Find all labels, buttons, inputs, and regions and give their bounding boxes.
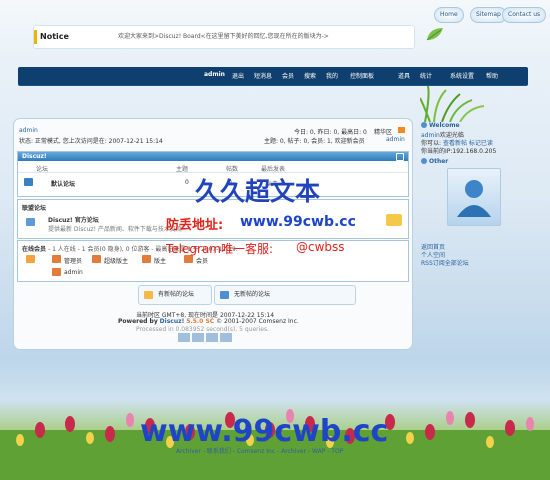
newest-member-link[interactable]: admin	[386, 136, 405, 143]
menu-item-pm[interactable]: 短消息	[254, 71, 272, 80]
globe-icon	[26, 218, 35, 226]
mod-icon	[142, 255, 151, 263]
watermark-handle: @cwbss	[296, 240, 345, 254]
menu-item-search[interactable]: 搜索	[304, 71, 316, 80]
badge-wap	[220, 333, 232, 342]
main-card: admin 状态: 正常模式, 您上次访问是在: 2007-12-21 15:1…	[13, 118, 413, 350]
other-link-rss[interactable]: RSS订阅全部论坛	[421, 258, 469, 267]
digest-link[interactable]: 精华区	[374, 127, 392, 136]
forum-folder-icon	[24, 178, 33, 186]
notice-bar: Notice 欢迎大家来到>Discuz! Board<在这里留下美好的回忆,您…	[33, 25, 415, 49]
welcome-header: Welcome	[421, 122, 529, 130]
menu-item-logout[interactable]: 退出	[232, 71, 244, 80]
super-mod-icon	[92, 255, 101, 263]
forum-stats: 主题: 0, 帖子: 0, 会员: 1, 欢迎新会员	[264, 138, 365, 145]
watermark-bottom: www.99cwb.cc	[140, 414, 389, 449]
watermark-url: www.99cwb.cc	[240, 214, 356, 230]
online-user-link[interactable]: admin	[64, 269, 83, 276]
notice-text: 欢迎大家来到>Discuz! Board<在这里留下美好的回忆,您现在所在的版块…	[118, 33, 329, 40]
alliance-desc: 提供最新 Discuz! 产品新闻、软件下载与技术交流	[48, 226, 182, 233]
menu-item-cp[interactable]: 控制面板	[350, 71, 374, 80]
bullet-icon	[421, 158, 427, 164]
menu-item-admin[interactable]: admin	[204, 71, 225, 78]
badge-rss	[206, 333, 218, 342]
no-new-posts-icon	[220, 291, 229, 299]
today-stats: 今日: 0, 昨日: 0, 最高日: 0	[294, 129, 367, 136]
grass-decoration	[420, 86, 490, 122]
notice-label: Notice	[34, 30, 78, 44]
category-header[interactable]: Discuz!	[18, 152, 408, 161]
alliance-title: 联盟论坛	[22, 205, 47, 212]
other-header: Other	[421, 158, 529, 166]
menu-item-settings[interactable]: 系统设置	[450, 71, 474, 80]
no-new-posts-legend: 无新帖的论坛	[214, 285, 356, 305]
admin-icon	[52, 255, 61, 263]
processed-info: Processed in 0.083952 second(s), 5 queri…	[136, 326, 269, 333]
avatar	[447, 168, 501, 226]
watermark-title: 久久超文本	[195, 177, 321, 206]
forum-name-link[interactable]: 默认论坛	[51, 179, 75, 188]
rss-icon[interactable]	[398, 127, 405, 133]
new-posts-icon	[144, 291, 153, 299]
mail-icon	[386, 214, 402, 226]
menu-item-stats[interactable]: 统计	[420, 71, 432, 80]
contact-link[interactable]: Contact us	[502, 7, 547, 23]
forum-threads: 0	[185, 179, 189, 186]
watermark-telegram: Telegram唯一客服:	[166, 242, 274, 256]
menu-item-help[interactable]: 帮助	[486, 71, 498, 80]
legend-member: 会员	[196, 258, 209, 265]
online-title[interactable]: 在线会员	[22, 244, 46, 253]
menu-item-tools[interactable]: 道具	[398, 71, 410, 80]
badge-css	[192, 333, 204, 342]
online-user-icon	[52, 268, 61, 276]
home-link[interactable]: Home	[434, 7, 464, 23]
legend-super-mod: 超级版主	[104, 258, 129, 265]
sidebar: Welcome admin欢迎光临 你可以: 查看新帖 标记已读 你当前的IP:…	[421, 118, 529, 268]
users-icon	[26, 255, 35, 263]
version: 5.5.0 SC	[186, 318, 215, 325]
powered-label: Powered by	[118, 318, 158, 325]
watermark-url-label: 防丢地址:	[166, 218, 224, 233]
badge-xhtml	[178, 333, 190, 342]
legend-mod: 版主	[154, 258, 167, 265]
leaf-decoration	[425, 26, 445, 42]
alliance-site-link[interactable]: Discuz! 官方论坛	[48, 215, 99, 224]
main-menu: admin 退出 短消息 会员 搜索 我的 控制面板 道具 统计 系统设置 帮助	[18, 67, 528, 85]
menu-item-members[interactable]: 会员	[282, 71, 294, 80]
footer-powered: Powered by Discuz! 5.5.0 SC © 2001-2007 …	[118, 318, 299, 325]
user-state: 状态: 正常模式, 您上次访问是在: 2007-12-21 15:14	[19, 138, 163, 145]
copyright: © 2001-2007 Comsenz Inc.	[216, 318, 299, 325]
menu-item-my[interactable]: 我的	[326, 71, 338, 80]
username-link[interactable]: admin	[19, 127, 38, 134]
powered-name-link[interactable]: Discuz!	[160, 318, 185, 325]
bullet-icon	[421, 122, 427, 128]
legend-admin: 管理员	[64, 258, 83, 265]
user-icon	[457, 180, 491, 217]
collapse-icon[interactable]	[396, 153, 404, 161]
welcome-line-3: 你当前的IP:192.168.0.205	[421, 148, 497, 155]
new-posts-legend: 有新帖的论坛	[138, 285, 212, 305]
